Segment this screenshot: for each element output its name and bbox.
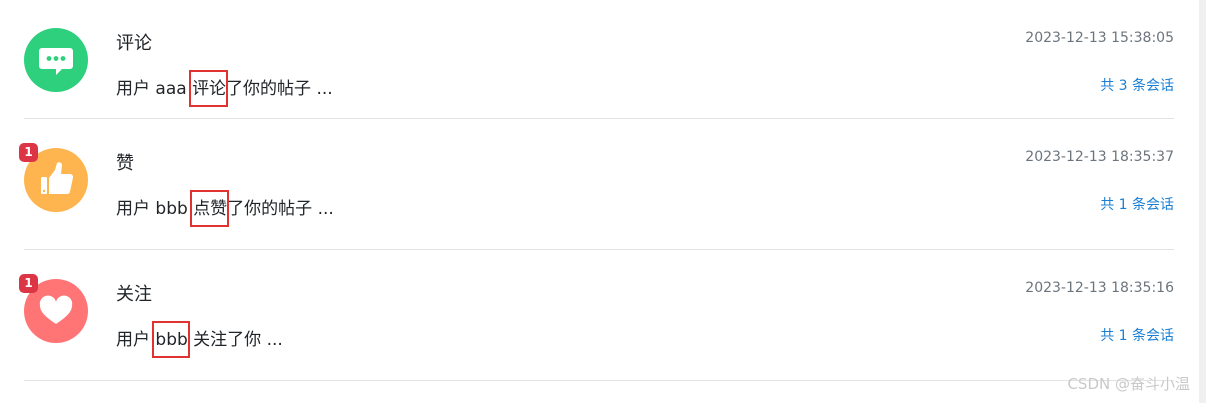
notice-time: 2023-12-13 18:35:16 [1025,280,1174,296]
watermark: CSDN @奋斗小温 [1067,375,1190,393]
notice-message: 用户 bbb 关注了你 ... [116,325,283,350]
unread-badge: 1 [19,143,38,162]
unread-badge: 1 [19,274,38,293]
message-suffix: 了你的帖子 ... [226,79,333,99]
notice-item-follow[interactable]: 1 关注 2023-12-13 18:35:16 用户 bbb 关注了你 ...… [19,250,1174,381]
highlighted-action: 评论 [192,79,227,99]
message-suffix: 关注了你 ... [187,330,283,350]
conversation-count-link[interactable]: 共 3 条会话 [1100,75,1174,95]
highlighted-user: bbb [155,330,188,350]
notice-message: 用户 bbb 点赞了你的帖子 ... [116,194,334,219]
notice-item-comment[interactable]: 评论 2023-12-13 15:38:05 用户 aaa 评论了你的帖子 ..… [24,0,1174,119]
conversation-count-link[interactable]: 共 1 条会话 [1100,325,1174,345]
message-prefix: 用户 aaa [116,79,193,99]
highlighted-action: 点赞 [193,199,228,219]
message-prefix: 用户 bbb [116,199,194,219]
comment-avatar [24,28,88,92]
notice-time: 2023-12-13 15:38:05 [1025,30,1174,46]
message-suffix: 了你的帖子 ... [227,199,334,219]
message-prefix: 用户 [116,330,156,350]
notice-list: 评论 2023-12-13 15:38:05 用户 aaa 评论了你的帖子 ..… [0,0,1196,381]
notice-title: 关注 [116,284,152,305]
notice-time: 2023-12-13 18:35:37 [1025,149,1174,165]
notice-item-like[interactable]: 1 赞 2023-12-13 18:35:37 用户 bbb 点赞了你的帖子 .… [19,119,1174,250]
conversation-count-link[interactable]: 共 1 条会话 [1100,194,1174,214]
notice-message: 用户 aaa 评论了你的帖子 ... [116,74,333,99]
notice-title: 赞 [116,153,134,174]
chat-bubble-icon [39,48,73,75]
scrollbar[interactable] [1199,0,1206,403]
notice-title: 评论 [116,33,152,54]
